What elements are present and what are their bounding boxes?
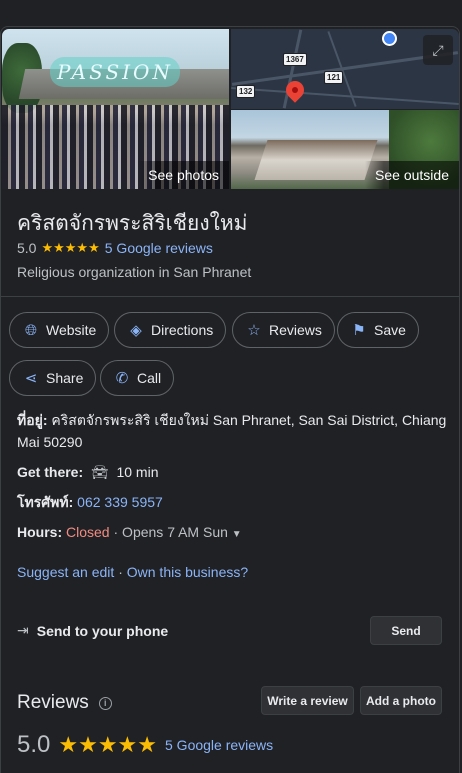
website-button[interactable]: 🌐︎ Website	[9, 312, 110, 348]
call-button[interactable]: ✆ Call	[100, 360, 175, 396]
directions-icon: ◈	[130, 322, 142, 339]
divider	[1, 296, 459, 297]
main-photo[interactable]: PASSION See photos	[2, 29, 229, 189]
reviews-button[interactable]: ☆ Reviews	[232, 312, 335, 348]
review-count-link[interactable]: 5 Google reviews	[165, 737, 273, 753]
map-route-shield: 121	[324, 71, 344, 84]
review-rating-value: 5.0	[17, 731, 51, 758]
see-outside-label[interactable]: See outside	[365, 161, 459, 189]
add-photo-button[interactable]: Add a photo	[360, 686, 442, 715]
address-value: คริสตจักรพระสิริ เชียงใหม่ San Phranet, …	[17, 412, 447, 450]
map-road	[231, 87, 459, 105]
map-route-shield: 132	[236, 85, 256, 98]
send-to-phone-icon: ⇥	[17, 622, 29, 638]
phone-row: โทรศัพท์: 062 339 5957	[17, 491, 163, 513]
hours-next: · Opens 7 AM Sun	[113, 524, 228, 540]
get-there-value: 10 min	[116, 464, 159, 480]
hours-label: Hours:	[17, 524, 63, 540]
phone-link[interactable]: 062 339 5957	[77, 494, 163, 510]
place-category: Religious organization in San Phranet	[17, 264, 252, 280]
reviews-label: Reviews	[269, 322, 322, 338]
review-summary: 5.0 ★★★★★ 5 Google reviews	[17, 731, 273, 759]
suggest-edit-link[interactable]: Suggest an edit	[17, 564, 114, 580]
chevron-down-icon[interactable]: ▼	[232, 529, 242, 540]
share-icon: ⋖	[24, 370, 38, 387]
hours-status: Closed	[66, 524, 110, 540]
send-button[interactable]: Send	[370, 616, 442, 645]
send-to-phone-row: ⇥ Send to your phone	[17, 622, 168, 639]
photo-house	[254, 140, 378, 180]
see-photos-label[interactable]: See photos	[138, 161, 229, 189]
rating-summary: 5.0 ★★★★★ 5 Google reviews	[17, 240, 213, 256]
address-row: ที่อยู่: คริสตจักรพระสิริ เชียงใหม่ San …	[17, 409, 447, 453]
directions-label: Directions	[151, 322, 214, 338]
share-label: Share	[46, 370, 84, 386]
map-thumbnail[interactable]: 1367 121 132 ⤢	[231, 29, 459, 109]
save-label: Save	[374, 322, 406, 338]
info-icon[interactable]: i	[98, 696, 112, 710]
directions-button[interactable]: ◈ Directions	[114, 312, 227, 348]
reviews-heading-label: Reviews	[17, 692, 89, 713]
bookmark-icon: ⚑	[352, 322, 366, 339]
reviews-heading: Reviews i	[17, 692, 112, 714]
send-to-phone-label: Send to your phone	[36, 622, 169, 639]
expand-map-icon[interactable]: ⤢	[423, 35, 453, 65]
get-there-row: Get there: 🚘︎ 10 min	[17, 461, 159, 483]
get-there-label: Get there:	[17, 464, 84, 480]
review-icon: ☆	[247, 322, 261, 339]
address-label: ที่อยู่:	[17, 412, 48, 428]
share-button[interactable]: ⋖ Share	[9, 360, 97, 396]
phone-label: โทรศัพท์:	[17, 494, 74, 510]
rating-value: 5.0	[17, 240, 37, 256]
outside-photo[interactable]: See outside	[231, 110, 459, 189]
review-stars-icon: ★★★★★	[58, 732, 157, 757]
edit-row: Suggest an edit · Own this business?	[17, 561, 248, 583]
place-title: คริสตจักรพระสิริเชียงใหม่	[17, 212, 248, 235]
write-review-button[interactable]: Write a review	[261, 686, 354, 715]
separator: ·	[118, 564, 123, 580]
rating-stars-icon: ★★★★★	[41, 240, 100, 255]
photo-logo-text: PASSION	[50, 57, 180, 87]
website-label: Website	[46, 322, 97, 338]
car-icon: 🚘︎	[87, 464, 113, 480]
knowledge-panel: PASSION See photos 1367 121 132 ⤢ See ou…	[0, 26, 460, 773]
save-button[interactable]: ⚑ Save	[337, 312, 419, 348]
map-route-shield: 1367	[283, 53, 307, 66]
hours-row[interactable]: Hours: Closed · Opens 7 AM Sun ▼	[17, 521, 242, 546]
call-label: Call	[137, 370, 162, 386]
current-location-icon	[382, 31, 397, 46]
own-business-link[interactable]: Own this business?	[127, 564, 248, 580]
reviews-link[interactable]: 5 Google reviews	[105, 240, 213, 256]
phone-icon: ✆	[115, 370, 129, 387]
globe-icon: 🌐︎	[24, 321, 37, 339]
